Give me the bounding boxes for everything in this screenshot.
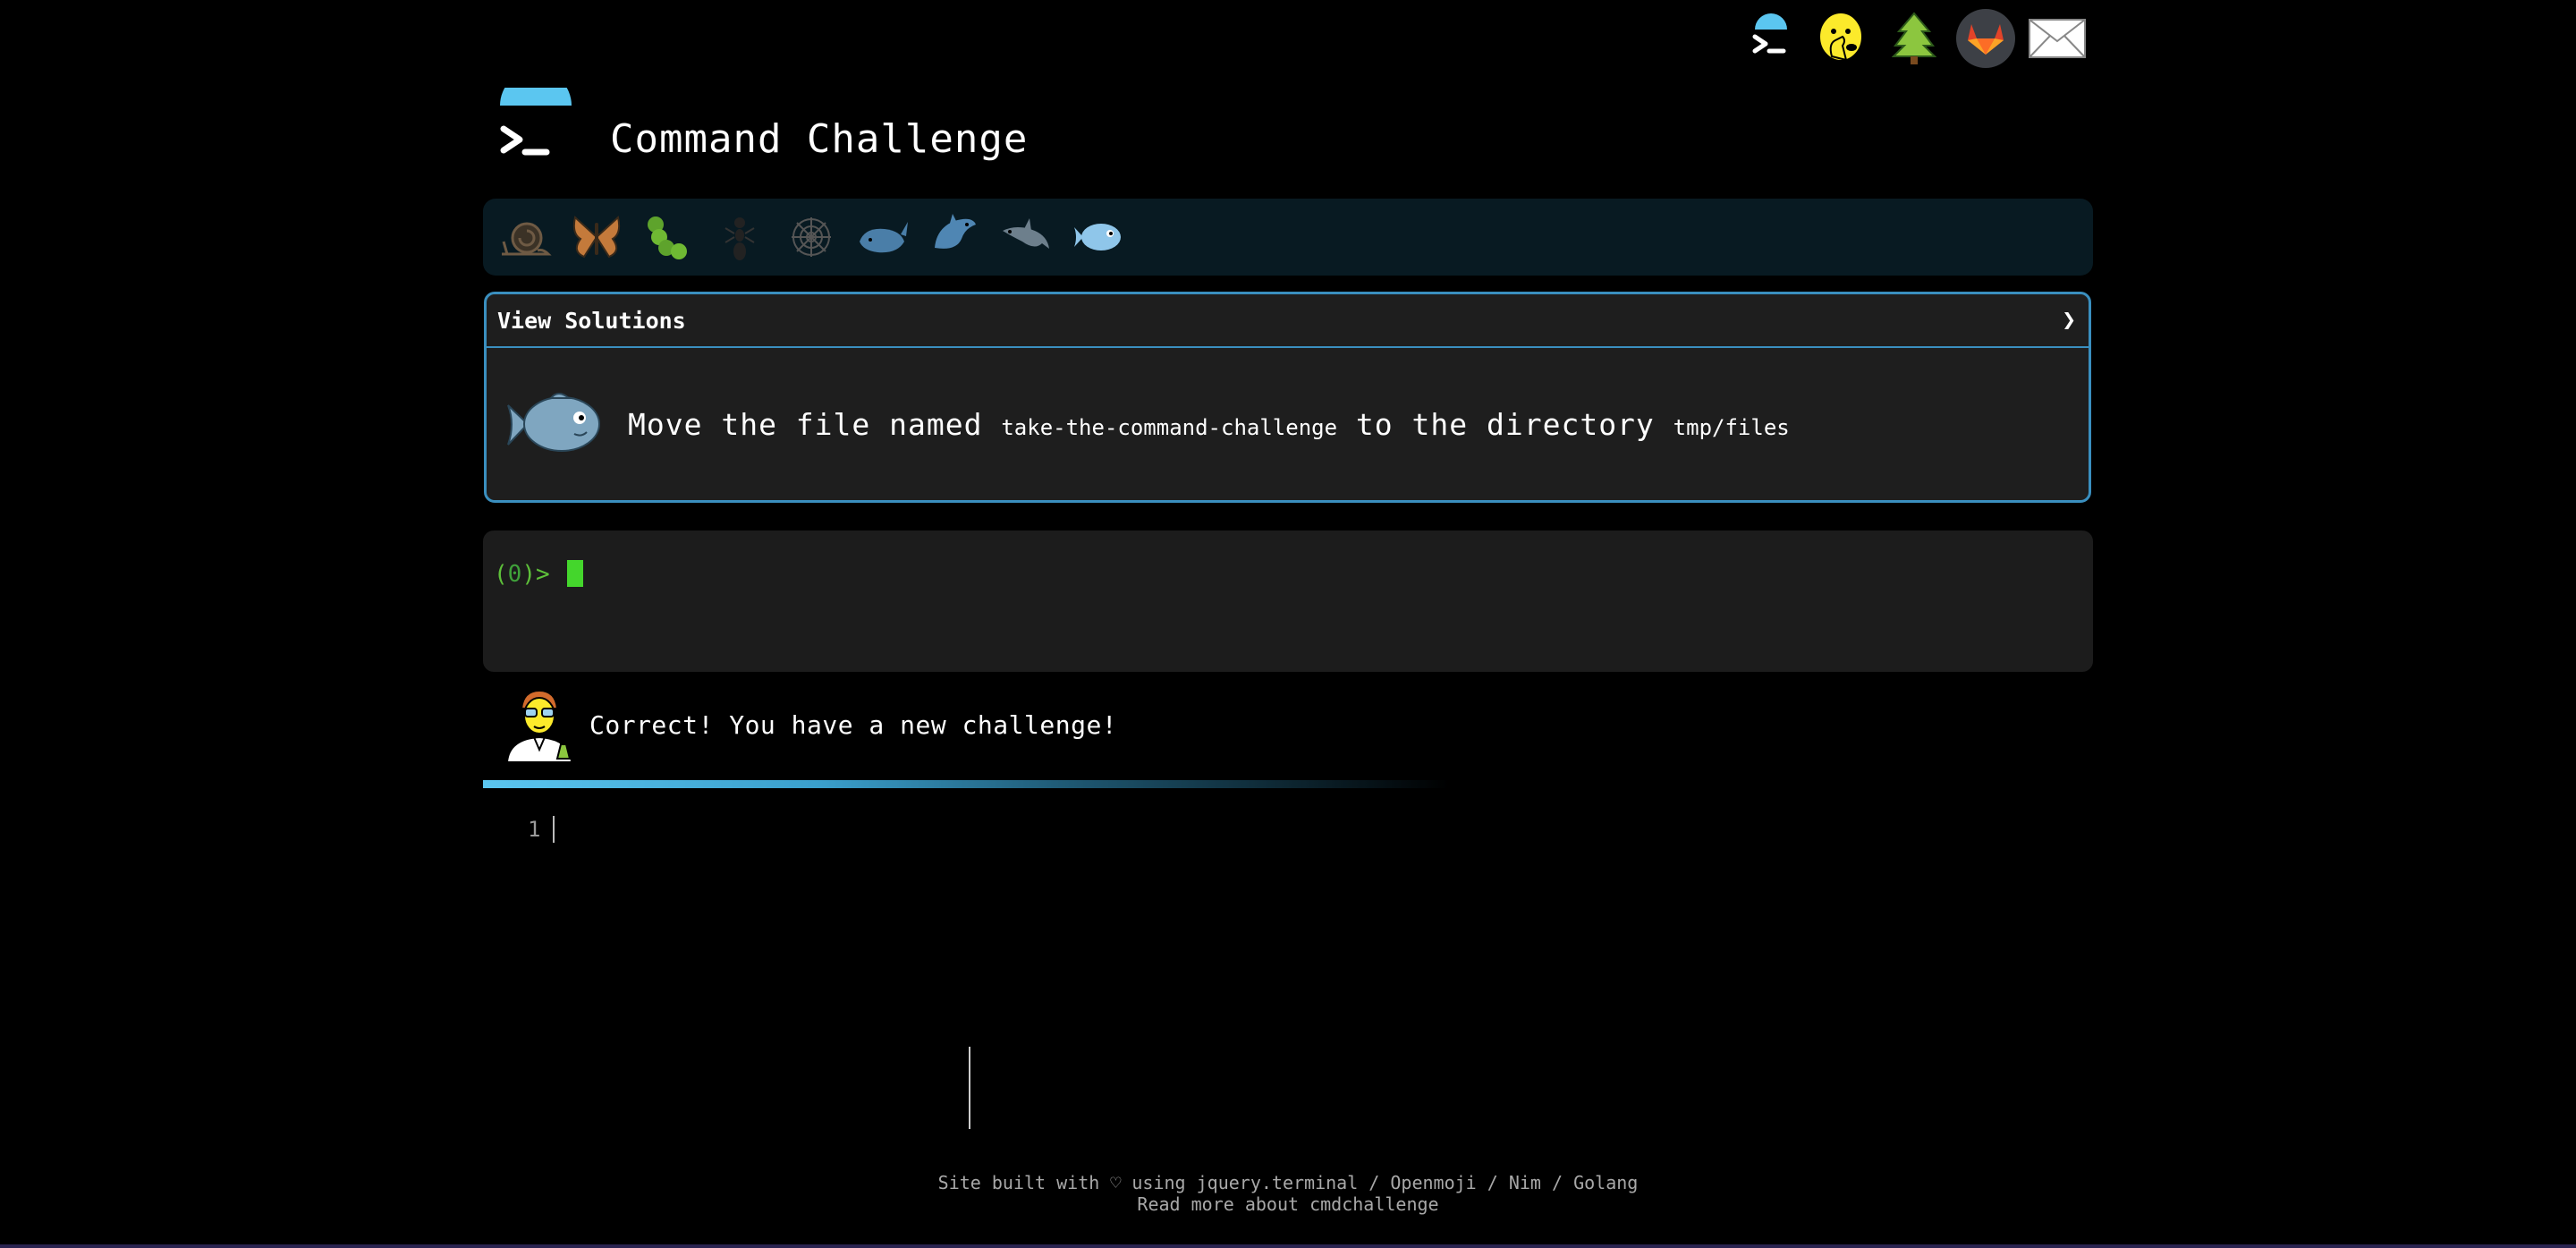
shark-icon [935, 214, 976, 249]
level-butterfly[interactable] [567, 208, 626, 267]
terminal-logo-link[interactable] [1740, 7, 1802, 70]
challenge-panel: View Solutions ❯ Move the file named tak… [484, 292, 2091, 503]
prompt-open: ( [494, 561, 508, 588]
site-logo[interactable] [495, 70, 575, 168]
prompt-close: )> [521, 561, 564, 588]
level-spider-web[interactable] [782, 208, 841, 267]
view-solutions-label: View Solutions [497, 307, 686, 334]
terminal-prompt: (0)> [494, 561, 564, 588]
level-caterpillar[interactable] [639, 208, 698, 267]
gitlab-link[interactable] [1954, 7, 2017, 70]
line-number: 1 [528, 817, 541, 842]
chevron-right-icon: ❯ [2062, 307, 2076, 334]
dolphin-icon [1003, 218, 1049, 249]
caterpillar-icon [648, 216, 687, 259]
tree-link[interactable] [1883, 7, 1945, 70]
challenge-description: Move the file named take-the-command-cha… [628, 407, 1790, 442]
fish-icon [507, 393, 600, 452]
level-snail[interactable] [496, 208, 555, 267]
gitlab-badge [1956, 9, 2015, 68]
level-whale[interactable] [853, 208, 912, 267]
snail-icon [502, 222, 552, 256]
shushing-face-link[interactable] [1811, 7, 1874, 70]
footer: Site built with ♡ using jquery.terminal … [0, 1172, 2576, 1215]
file-name: take-the-command-challenge [1001, 414, 1338, 440]
tree-icon [1892, 12, 1936, 64]
code-editor[interactable]: 1 [528, 816, 555, 843]
level-fish[interactable] [1068, 208, 1127, 267]
footer-credits: Site built with ♡ using jquery.terminal … [937, 1172, 1639, 1193]
desc-text-2: to the directory [1337, 406, 1674, 442]
fish-icon [1074, 224, 1121, 250]
challenge-body: Move the file named take-the-command-cha… [487, 348, 2089, 500]
terminal-icon [500, 70, 572, 156]
mail-link[interactable] [2026, 7, 2089, 70]
ant-icon [724, 217, 755, 260]
prompt-exit-code: 0 [507, 561, 522, 588]
level-bar [483, 199, 2093, 276]
whale-icon [860, 222, 908, 253]
level-shark[interactable] [925, 208, 984, 267]
view-solutions-toggle[interactable]: View Solutions ❯ [487, 294, 2089, 348]
editor-caret [553, 816, 555, 843]
desc-text-1: Move the file named [628, 406, 1002, 442]
status-message: Correct! You have a new challenge! [504, 687, 1117, 762]
terminal[interactable]: (0)> [483, 531, 2093, 672]
read-more-link[interactable]: Read more about cmdchallenge [1137, 1193, 1438, 1215]
terminal-icon [1752, 13, 1787, 54]
scientist-icon [505, 689, 573, 762]
progress-bar [483, 780, 1449, 788]
butterfly-icon [572, 216, 621, 259]
text-cursor-marker [969, 1047, 970, 1129]
gitlab-icon [1968, 24, 2004, 55]
status-text: Correct! You have a new challenge! [589, 709, 1118, 740]
directory-name: tmp/files [1673, 414, 1790, 440]
envelope-icon [2029, 19, 2086, 58]
level-ant[interactable] [710, 208, 769, 267]
shushing-face-icon [1818, 12, 1863, 62]
page-title: Command Challenge [610, 116, 1029, 162]
spider-web-icon [792, 217, 831, 257]
terminal-cursor [567, 560, 583, 587]
level-dolphin[interactable] [996, 208, 1055, 267]
window-bottom-edge [0, 1244, 2576, 1248]
top-nav [1740, 7, 2089, 70]
